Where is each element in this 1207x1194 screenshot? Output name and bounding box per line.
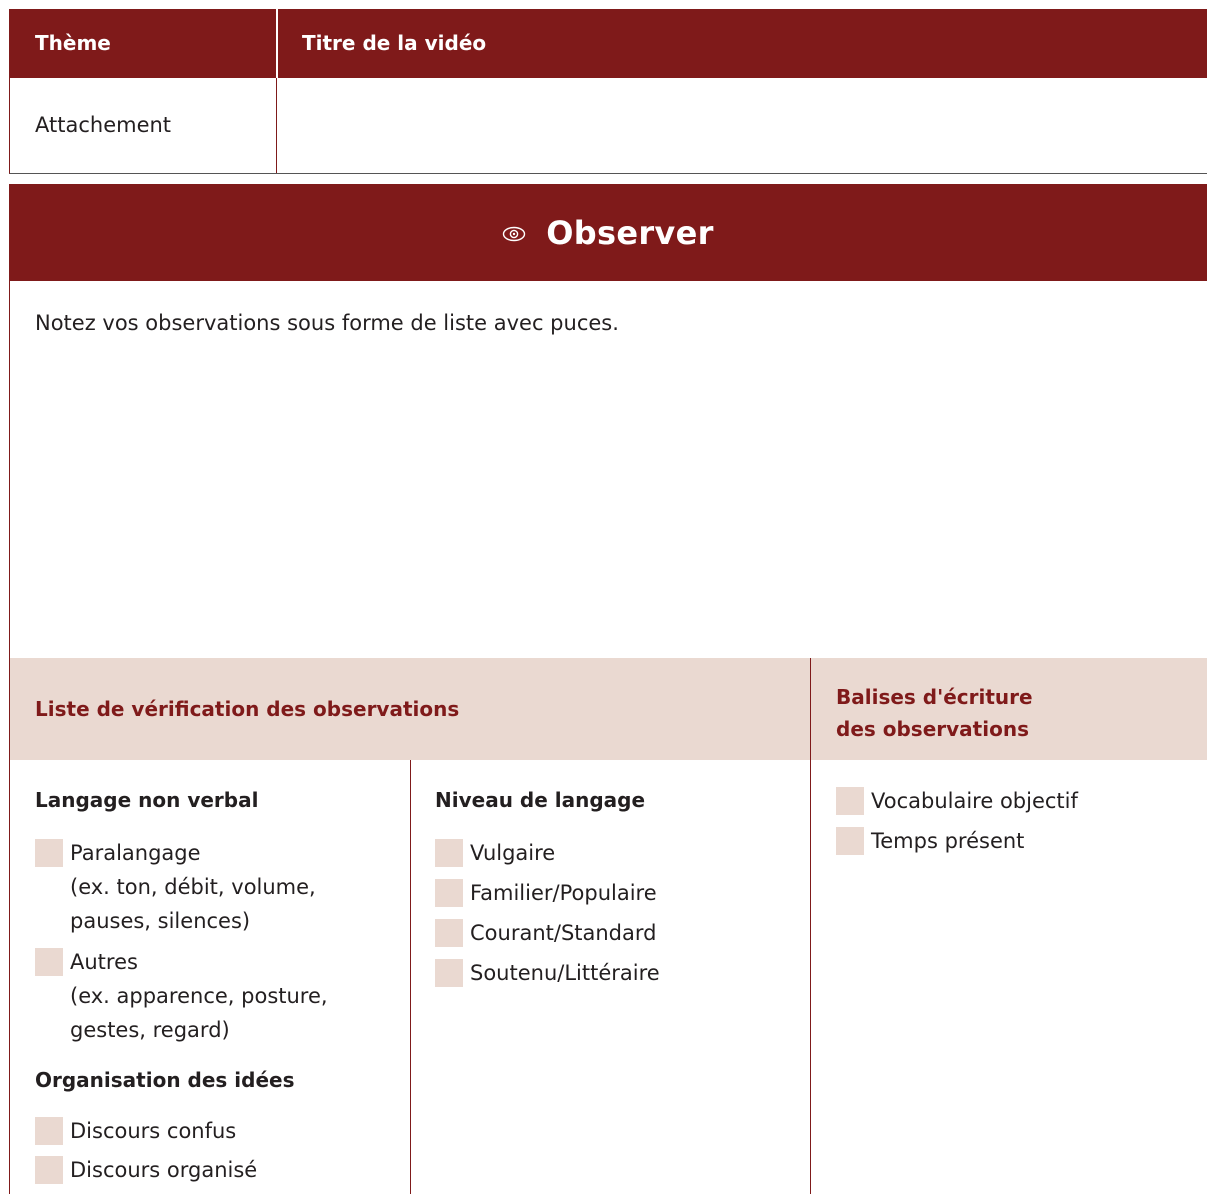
checkbox[interactable]: [35, 948, 63, 976]
checkbox[interactable]: [435, 839, 463, 867]
checkbox[interactable]: [435, 959, 463, 987]
checkbox[interactable]: [836, 787, 864, 815]
item-label: Vulgaire: [470, 841, 556, 865]
item-example: (ex. apparence, posture,: [70, 984, 328, 1008]
header-divider: [276, 9, 278, 78]
checklist-title: Liste de vérification des observations: [35, 697, 460, 721]
group-title-organisation: Organisation des idées: [35, 1068, 295, 1092]
item-example: gestes, regard): [70, 1018, 230, 1042]
item-label: Vocabulaire objectif: [871, 789, 1078, 813]
item-example: (ex. ton, débit, volume,: [70, 875, 316, 899]
group-title-non-verbal: Langage non verbal: [35, 788, 259, 812]
item-label: Soutenu/Littéraire: [470, 961, 660, 985]
balises-divider: [810, 658, 811, 1194]
checkbox[interactable]: [35, 839, 63, 867]
theme-value: Attachement: [35, 113, 172, 137]
theme-title-table-header: [10, 9, 1207, 78]
item-label: Courant/Standard: [470, 921, 657, 945]
checkbox[interactable]: [435, 919, 463, 947]
banner-title: Observer: [546, 213, 714, 252]
item-label: Paralangage: [70, 841, 201, 865]
item-label: Discours confus: [70, 1119, 237, 1143]
balises-title-line1: Balises d'écriture: [836, 685, 1033, 709]
theme-header: Thème: [35, 31, 111, 55]
instructions-text: Notez vos observations sous forme de lis…: [35, 311, 619, 335]
balises-title: Balises d'écriture des observations: [836, 681, 1033, 745]
item-label: Temps présent: [871, 829, 1025, 853]
checkbox[interactable]: [35, 1156, 63, 1184]
item-label: Autres: [70, 950, 138, 974]
item-label: Discours organisé: [70, 1158, 258, 1182]
theme-title-table: Thème Titre de la vidéo Attachement: [9, 9, 1207, 174]
column-divider: [410, 760, 411, 1194]
item-label: Familier/Populaire: [470, 881, 657, 905]
checkbox[interactable]: [35, 1117, 63, 1145]
item-example: pauses, silences): [70, 909, 251, 933]
checkbox[interactable]: [435, 879, 463, 907]
observer-banner: Observer: [9, 184, 1207, 281]
observation-section: Notez vos observations sous forme de lis…: [9, 281, 1207, 1194]
group-title-niveau: Niveau de langage: [435, 788, 646, 812]
checkbox[interactable]: [836, 827, 864, 855]
balises-title-line2: des observations: [836, 717, 1029, 741]
row-divider: [276, 78, 277, 173]
video-title-header: Titre de la vidéo: [302, 31, 487, 55]
eye-icon: [502, 222, 526, 246]
